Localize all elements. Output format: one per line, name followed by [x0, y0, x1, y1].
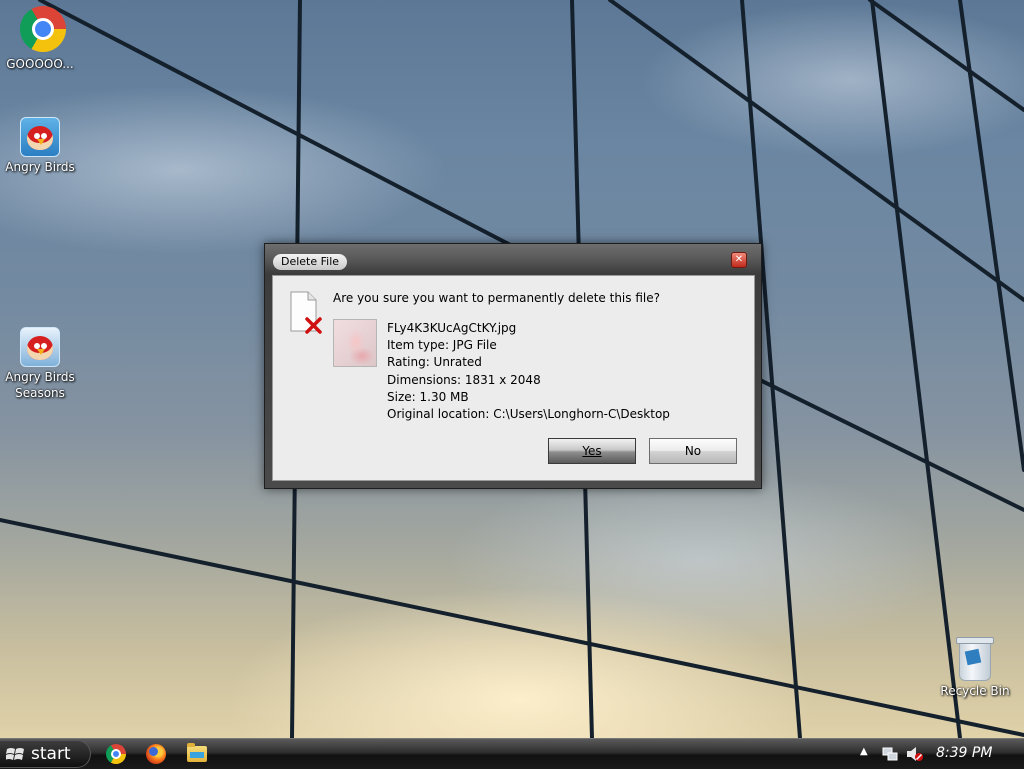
file-dimensions: Dimensions: 1831 x 2048 [387, 372, 541, 387]
desktop: GOOOOO... Angry Birds Angry Birds Season… [0, 0, 1024, 738]
chrome-icon[interactable] [106, 744, 126, 764]
close-button[interactable]: ✕ [731, 252, 747, 268]
desktop-icon-label: Angry Birds [5, 160, 75, 174]
no-button[interactable]: No [649, 438, 737, 464]
desktop-icon-label: Recycle Bin [940, 684, 1010, 698]
desktop-icon-angry-birds[interactable]: Angry Birds [1, 117, 79, 175]
show-hidden-icons-icon[interactable]: ▲ [860, 746, 868, 757]
recycle-bin-icon [956, 637, 994, 681]
yes-button[interactable]: Yes [548, 438, 636, 464]
confirm-question: Are you sure you want to permanently del… [333, 291, 660, 305]
angry-birds-seasons-icon [20, 327, 60, 367]
delete-file-dialog: Delete File ✕ Are you sure you want to p… [264, 243, 762, 489]
file-type: Item type: JPG File [387, 338, 497, 353]
firefox-icon[interactable] [146, 744, 166, 764]
start-button[interactable]: start [0, 740, 91, 768]
no-button-label: No [684, 444, 702, 458]
file-explorer-icon[interactable] [187, 743, 207, 762]
taskbar: start ▲ 8:39 PM [0, 738, 1024, 769]
file-name: FLy4K3KUcAgCtKY.jpg [387, 321, 517, 335]
desktop-icon-angry-birds-seasons[interactable]: Angry Birds Seasons [1, 327, 79, 401]
dialog-body: Are you sure you want to permanently del… [272, 275, 755, 481]
clock[interactable]: 8:39 PM [936, 744, 992, 762]
start-label: start [31, 744, 71, 764]
desktop-icon-chrome[interactable]: GOOOOO... [1, 6, 79, 72]
file-location: Original location: C:\Users\Longhorn-C\D… [387, 407, 670, 422]
desktop-icon-label: GOOOOO... [6, 57, 74, 71]
dialog-title: Delete File [273, 254, 348, 270]
network-icon[interactable] [882, 746, 898, 762]
windows-logo-icon [6, 748, 24, 760]
file-size: Size: 1.30 MB [387, 389, 469, 404]
file-rating: Rating: Unrated [387, 355, 482, 370]
yes-button-label: Yes [582, 444, 602, 458]
file-details: FLy4K3KUcAgCtKY.jpg Item type: JPG File … [387, 320, 670, 423]
desktop-icon-label: Angry Birds Seasons [5, 370, 75, 400]
volume-muted-icon[interactable] [906, 746, 924, 762]
angry-birds-icon [20, 117, 60, 157]
file-thumbnail [333, 319, 377, 367]
delete-file-icon [290, 291, 322, 334]
chrome-icon [20, 6, 66, 52]
desktop-icon-recycle-bin[interactable]: Recycle Bin [936, 637, 1014, 699]
